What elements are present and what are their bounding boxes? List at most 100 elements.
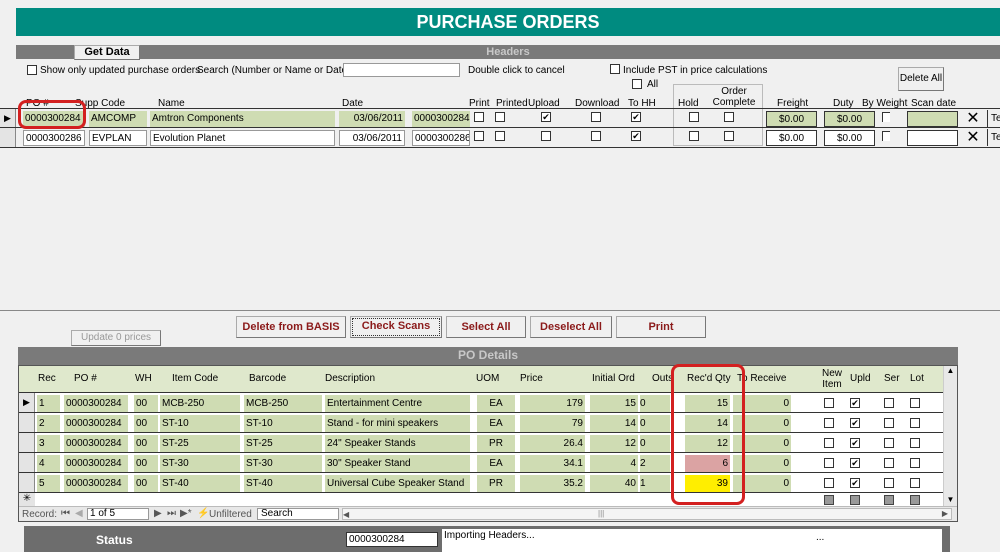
cell-item: ST-30 [160,455,240,472]
by-weight-checkbox[interactable] [882,112,890,122]
null-checkbox[interactable] [910,495,920,505]
scroll-left-icon[interactable]: ◀ [343,510,349,519]
table-row[interactable]: ▶ 1 0000300284 00 MCB-250 MCB-250 Entertainmen… [19,392,943,413]
new-item-checkbox[interactable] [824,438,834,448]
col-order-complete: Order Complete [712,86,756,108]
table-row[interactable]: 3 0000300284 00 ST-25 ST-25 24" Speaker Stand… [19,432,943,453]
table-row[interactable]: 4 0000300284 00 ST-30 ST-30 30" Speaker Stand… [19,452,943,473]
new-item-checkbox[interactable] [824,398,834,408]
upld-checkbox[interactable] [850,418,860,428]
dcol-po: PO # [74,373,97,384]
show-updated-checkbox[interactable] [27,65,37,75]
to-hh-checkbox[interactable] [631,131,641,141]
scan-date-field[interactable] [907,130,958,146]
ser-checkbox[interactable] [884,458,894,468]
freight-field[interactable]: $0.00 [766,111,817,127]
new-record-row[interactable]: ✳ [19,492,943,507]
te-button[interactable]: Te [987,110,1000,127]
update-prices-button[interactable]: Update 0 prices [71,330,161,346]
print-button[interactable]: Print [616,316,706,338]
new-item-checkbox[interactable] [824,418,834,428]
upload-checkbox[interactable] [541,131,551,141]
get-data-button[interactable]: Get Data [74,45,140,60]
duty-field[interactable]: $0.00 [824,111,875,127]
to-hh-checkbox[interactable] [631,112,641,122]
filter-status[interactable]: Unfiltered [209,509,252,520]
all-checkbox[interactable] [632,79,642,89]
download-checkbox[interactable] [591,131,601,141]
lot-checkbox[interactable] [910,398,920,408]
dcol-ser: Ser [884,373,900,384]
new-record-icon[interactable]: ▶* [180,508,192,519]
hold-checkbox[interactable] [689,131,699,141]
select-all-button[interactable]: Select All [446,316,526,338]
scroll-up-icon[interactable]: ▲ [944,366,957,375]
new-item-checkbox[interactable] [824,458,834,468]
header-row[interactable]: ▶ 0000300284 AMCOMP Amtron Components 03/06/… [0,108,1000,128]
ser-checkbox[interactable] [884,418,894,428]
ser-checkbox[interactable] [884,398,894,408]
check-scans-button[interactable]: Check Scans [350,316,442,338]
supp-code: AMCOMP [89,111,147,127]
include-pst-checkbox[interactable] [610,64,620,74]
lot-checkbox[interactable] [910,478,920,488]
lot-checkbox[interactable] [910,438,920,448]
prev-record-icon[interactable]: ◀ [75,508,83,519]
cell-init: 14 [590,415,638,432]
printed-checkbox[interactable] [495,112,505,122]
print-checkbox[interactable] [474,112,484,122]
upld-checkbox[interactable] [850,478,860,488]
scroll-thumb-grip[interactable]: ||| [598,509,604,518]
row-selector[interactable]: ▶ [0,109,16,128]
order-complete-checkbox[interactable] [724,112,734,122]
scroll-down-icon[interactable]: ▼ [944,495,957,504]
lot-checkbox[interactable] [910,458,920,468]
delete-from-basis-button[interactable]: Delete from BASIS [236,316,346,338]
row-selector[interactable] [19,453,35,473]
null-checkbox[interactable] [824,495,834,505]
scan-date-field[interactable] [907,111,958,127]
freight-field[interactable]: $0.00 [766,130,817,146]
download-checkbox[interactable] [591,112,601,122]
printed-checkbox[interactable] [495,131,505,141]
deselect-all-button[interactable]: Deselect All [530,316,612,338]
upld-checkbox[interactable] [850,458,860,468]
upload-checkbox[interactable] [541,112,551,122]
row-selector[interactable] [19,413,35,433]
details-vscrollbar[interactable]: ▲ ▼ [943,366,957,506]
details-hscrollbar[interactable]: ◀ ||| ▶ [342,508,952,520]
last-record-icon[interactable]: ⏭ [167,508,176,519]
row-selector[interactable] [19,433,35,453]
scroll-right-icon[interactable]: ▶ [942,509,948,518]
hold-checkbox[interactable] [689,112,699,122]
ser-checkbox[interactable] [884,478,894,488]
po-details-bar-label: PO Details [457,348,519,362]
record-position[interactable]: 1 of 5 [87,508,149,520]
search-input[interactable] [343,63,460,77]
nav-search-input[interactable]: Search [257,508,339,520]
print-checkbox[interactable] [474,131,484,141]
row-selector[interactable] [0,128,16,147]
delete-row-icon[interactable]: ✕ [964,110,982,127]
row-selector[interactable] [19,473,35,493]
delete-row-icon[interactable]: ✕ [964,129,982,146]
order-complete-checkbox[interactable] [724,131,734,141]
by-weight-checkbox[interactable] [882,131,890,141]
new-item-checkbox[interactable] [824,478,834,488]
row-selector[interactable]: ▶ [19,393,35,413]
first-record-icon[interactable]: ⏮ [61,508,70,519]
next-record-icon[interactable]: ▶ [154,508,162,519]
duty-field[interactable]: $0.00 [824,130,875,146]
upld-checkbox[interactable] [850,438,860,448]
dcol-initial-ord: Initial Ord [592,373,635,384]
te-button[interactable]: Te [987,129,1000,146]
header-row[interactable]: 0000300286 EVPLAN Evolution Planet 03/06/20… [0,127,1000,147]
upld-checkbox[interactable] [850,398,860,408]
null-checkbox[interactable] [884,495,894,505]
delete-all-button[interactable]: Delete All [898,67,944,91]
lot-checkbox[interactable] [910,418,920,428]
null-checkbox[interactable] [850,495,860,505]
table-row[interactable]: 2 0000300284 00 ST-10 ST-10 Stand - for mini … [19,412,943,433]
table-row[interactable]: 5 0000300284 00 ST-40 ST-40 Universal Cube Sp… [19,472,943,493]
ser-checkbox[interactable] [884,438,894,448]
